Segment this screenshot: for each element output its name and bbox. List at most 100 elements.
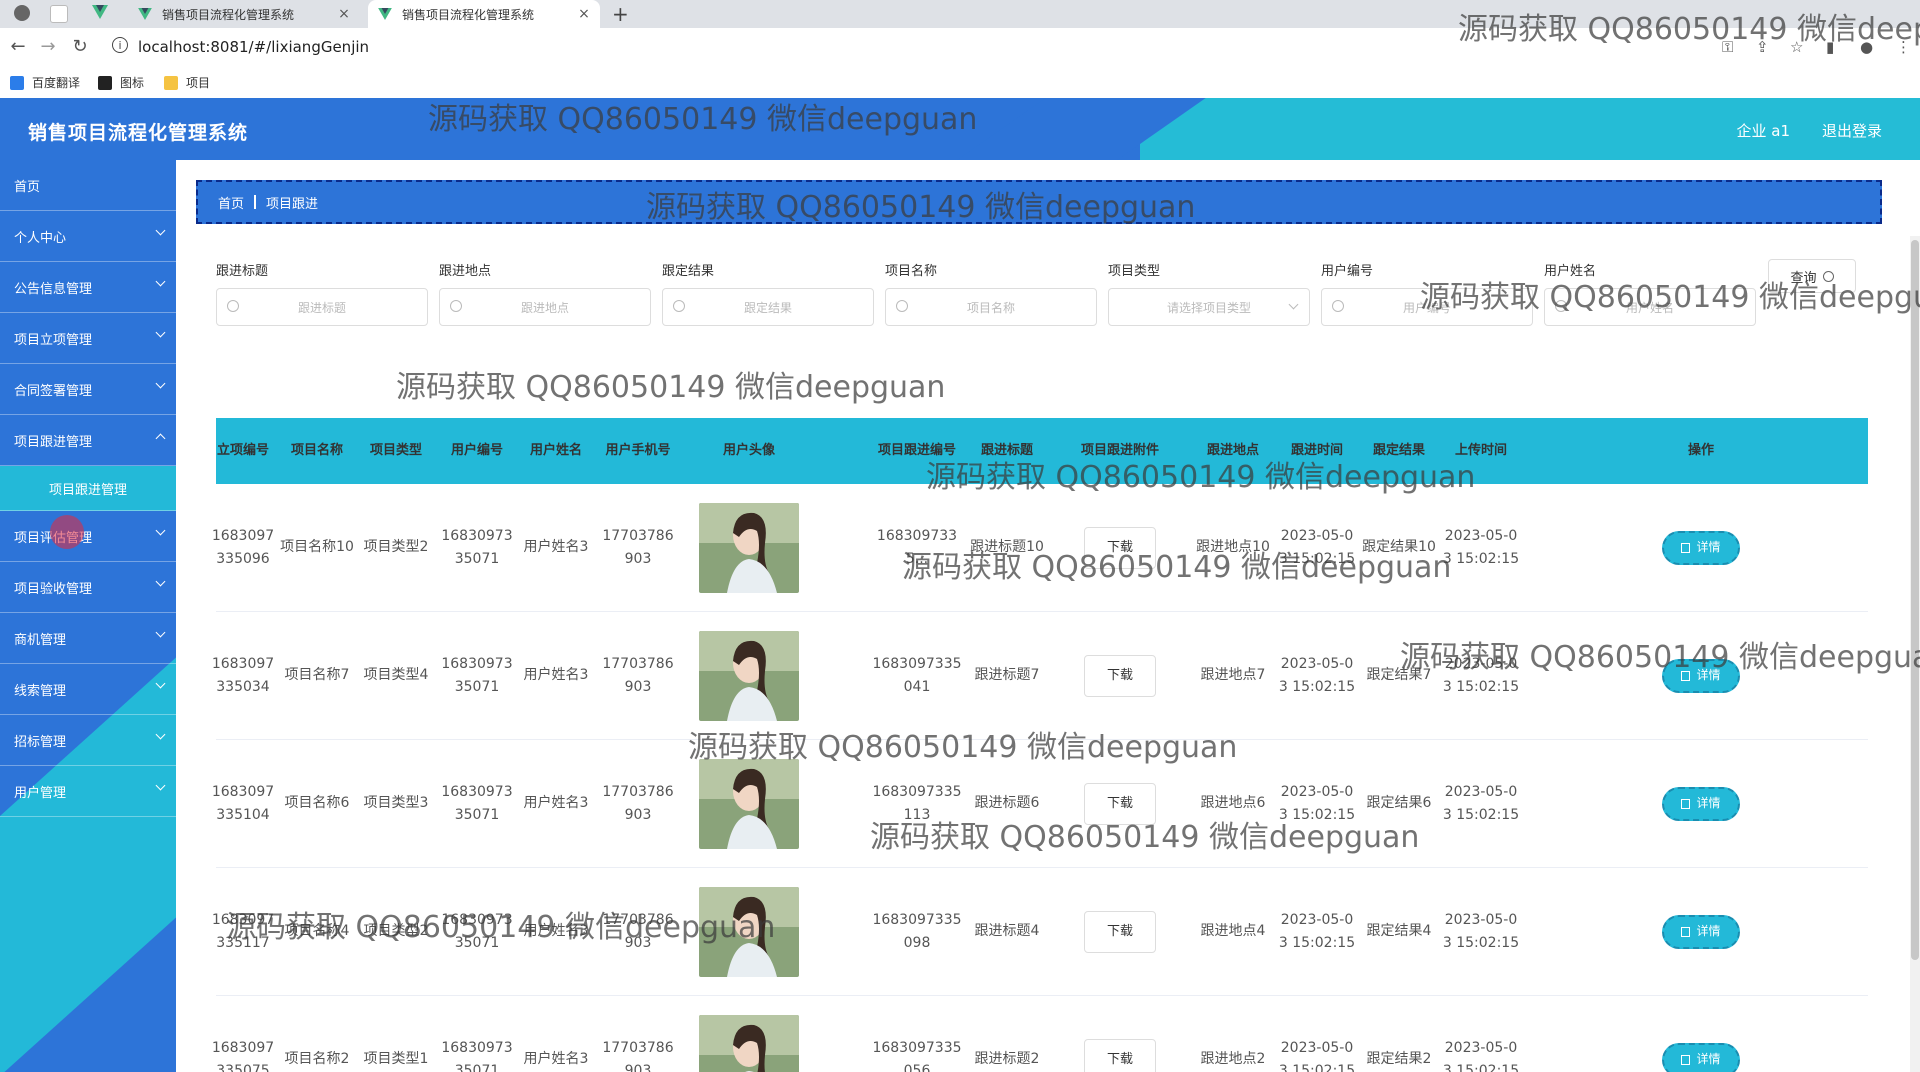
cell-text: 跟定结果4 [1366,923,1432,939]
bookmark-item[interactable]: 图标 [98,74,144,91]
sidebar-item-project-acceptance[interactable]: 项目验收管理 [0,562,176,613]
user-phone-cell: 17703786903 [598,612,678,739]
placeholder: 跟进地点 [520,301,569,315]
user-id-cell: 1683097335071 [438,612,516,739]
col-project-name-header: 项目名称 [290,443,343,458]
sidebar-item-project-setup[interactable]: 项目立项管理 [0,313,176,364]
translate-icon [10,75,24,90]
logout-button[interactable]: 退出登录 [1822,120,1882,141]
breadcrumb-home[interactable]: 首页 [218,193,244,212]
pinned-tab-icon[interactable] [50,5,68,23]
sidebar-item-announcements[interactable]: 公告信息管理 [0,262,176,313]
cell-text: 跟进地点6 [1200,795,1266,811]
followup-location-input[interactable]: 跟进地点 [439,288,651,326]
url-text[interactable]: localhost:8081/#/lixiangGenjin [138,38,369,56]
browser-tab-active[interactable]: 销售项目流程化管理系统 × [368,0,600,28]
sidebar-item-project-evaluation[interactable]: 项目评估管理 [0,511,176,562]
key-icon[interactable]: ⚿ [1722,38,1733,56]
followup-time-cell: 2023-05-03 15:02:15 [1278,868,1356,995]
followup-title-cell: 跟进标题4 [966,868,1048,995]
profile-icon[interactable]: ● [1860,38,1873,56]
sidebar-item-project-followup[interactable]: 项目跟进管理 [0,415,176,466]
project-type-cell: 项目类型3 [358,740,434,867]
app-title: 销售项目流程化管理系统 [28,122,249,144]
sidebar-item-users[interactable]: 用户管理 [0,766,176,817]
project-name-input[interactable]: 项目名称 [885,288,1097,326]
detail-button[interactable]: 详情 [1662,786,1740,821]
cell-text: 项目类型2 [363,923,429,939]
sidebar-item-leads[interactable]: 线索管理 [0,664,176,715]
tab-close-icon[interactable]: × [336,6,352,22]
sidebar-item-contracts[interactable]: 合同签署管理 [0,364,176,415]
user-id-input[interactable]: 用户编号 [1321,288,1533,326]
folder-icon [164,75,178,90]
cell-text: 2023-05-03 15:02:15 [1278,1039,1356,1072]
download-button[interactable]: 下载 [1084,654,1156,697]
cell-text: 跟进标题4 [974,923,1040,939]
sidebar-item-label: 项目立项管理 [14,332,93,348]
location-cell: 跟进地点6 [1192,740,1274,867]
filter-label: 跟进地点 [439,264,492,279]
cell-text: 1683097335034 [211,655,275,695]
sidebar-item-personal-center[interactable]: 个人中心 [0,211,176,262]
filter-followup-title: 跟进标题 跟进标题 [216,260,428,326]
reload-button[interactable]: ↻ [68,36,92,57]
cell-text: 1683097335098 [872,911,962,951]
sidebar-item-opportunities[interactable]: 商机管理 [0,613,176,664]
col-user-name-header: 用户姓名 [529,443,582,458]
upload-time-cell: 2023-05-03 15:02:15 [1442,868,1520,995]
detail-button[interactable]: 详情 [1662,658,1740,693]
sidebar-item-home[interactable]: 首页 [0,160,176,211]
sidebar-subitem-project-followup[interactable]: 项目跟进管理 [0,466,176,511]
site-info-icon[interactable]: i [112,37,128,53]
scrollbar-thumb[interactable] [1911,240,1919,960]
more-menu-icon[interactable]: ⋮ [1896,38,1911,56]
followup-title-input[interactable]: 跟进标题 [216,288,428,326]
bookmark-item[interactable]: 百度翻译 [10,74,80,91]
placeholder: 项目名称 [966,301,1015,315]
actions-cell: 详情 [1536,868,1866,995]
detail-label: 详情 [1696,540,1721,554]
detail-button[interactable]: 详情 [1662,914,1740,949]
forward-button[interactable]: → [36,36,60,57]
project-type-select[interactable]: 请选择项目类型 [1108,288,1310,326]
download-button[interactable]: 下载 [1084,526,1156,569]
page-scrollbar[interactable] [1910,236,1920,1072]
cell-text: 项目类型2 [363,539,429,555]
sidebar-item-label: 商机管理 [14,632,67,648]
browser-tab[interactable]: 销售项目流程化管理系统 × [128,0,360,28]
new-tab-button[interactable]: + [612,2,629,26]
result-input[interactable]: 跟定结果 [662,288,874,326]
download-button[interactable]: 下载 [1084,782,1156,825]
tab-close-icon[interactable]: × [576,6,592,22]
detail-button[interactable]: 详情 [1662,1042,1740,1072]
back-button[interactable]: ← [6,36,30,57]
user-name-input[interactable]: 用户姓名 [1544,288,1756,326]
detail-button[interactable]: 详情 [1662,530,1740,565]
download-button[interactable]: 下载 [1084,910,1156,953]
table-header: 立项编号 项目名称 项目类型 用户编号 用户姓名 用户手机号 用户头像 项目跟进编号 跟进标题 项… [216,418,1868,484]
sidebar: 首页 个人中心 公告信息管理 项目立项管理 合同签署管理 项目跟进管理 项目跟进… [0,160,176,1072]
followup-id-cell: 1683097335041 [872,612,962,739]
project-id-cell: 1683097335075 [210,996,276,1072]
user-id-cell: 1683097335071 [438,996,516,1072]
browser-menu-icon[interactable] [14,5,30,21]
bookmarks-bar: 百度翻译 图标 项目 [0,68,1920,99]
sidebar-item-bidding[interactable]: 招标管理 [0,715,176,766]
bookmark-item[interactable]: 项目 [164,74,210,91]
sidebar-item-label: 合同签署管理 [14,383,93,399]
cell-text: 1683097335104 [211,783,275,823]
side-panel-icon[interactable]: ▮ [1826,38,1834,56]
cell-text: 项目名称4 [284,923,350,939]
download-button[interactable]: 下载 [1084,1038,1156,1072]
cell-text: 2023-05-03 15:02:15 [1442,655,1520,695]
chevron-down-icon [155,780,166,791]
share-icon[interactable]: ⇪ [1756,38,1769,56]
attachment-cell: 下载 [1052,740,1188,867]
pinned-vue-tab-icon[interactable] [92,5,108,21]
bookmark-star-icon[interactable]: ☆ [1790,38,1803,56]
cell-text: 跟进标题6 [974,795,1040,811]
col-upload-time-header: 上传时间 [1454,443,1507,458]
search-button[interactable]: 查询 [1768,259,1856,293]
browser-tab-strip: 销售项目流程化管理系统 × 销售项目流程化管理系统 × + [0,0,1920,28]
